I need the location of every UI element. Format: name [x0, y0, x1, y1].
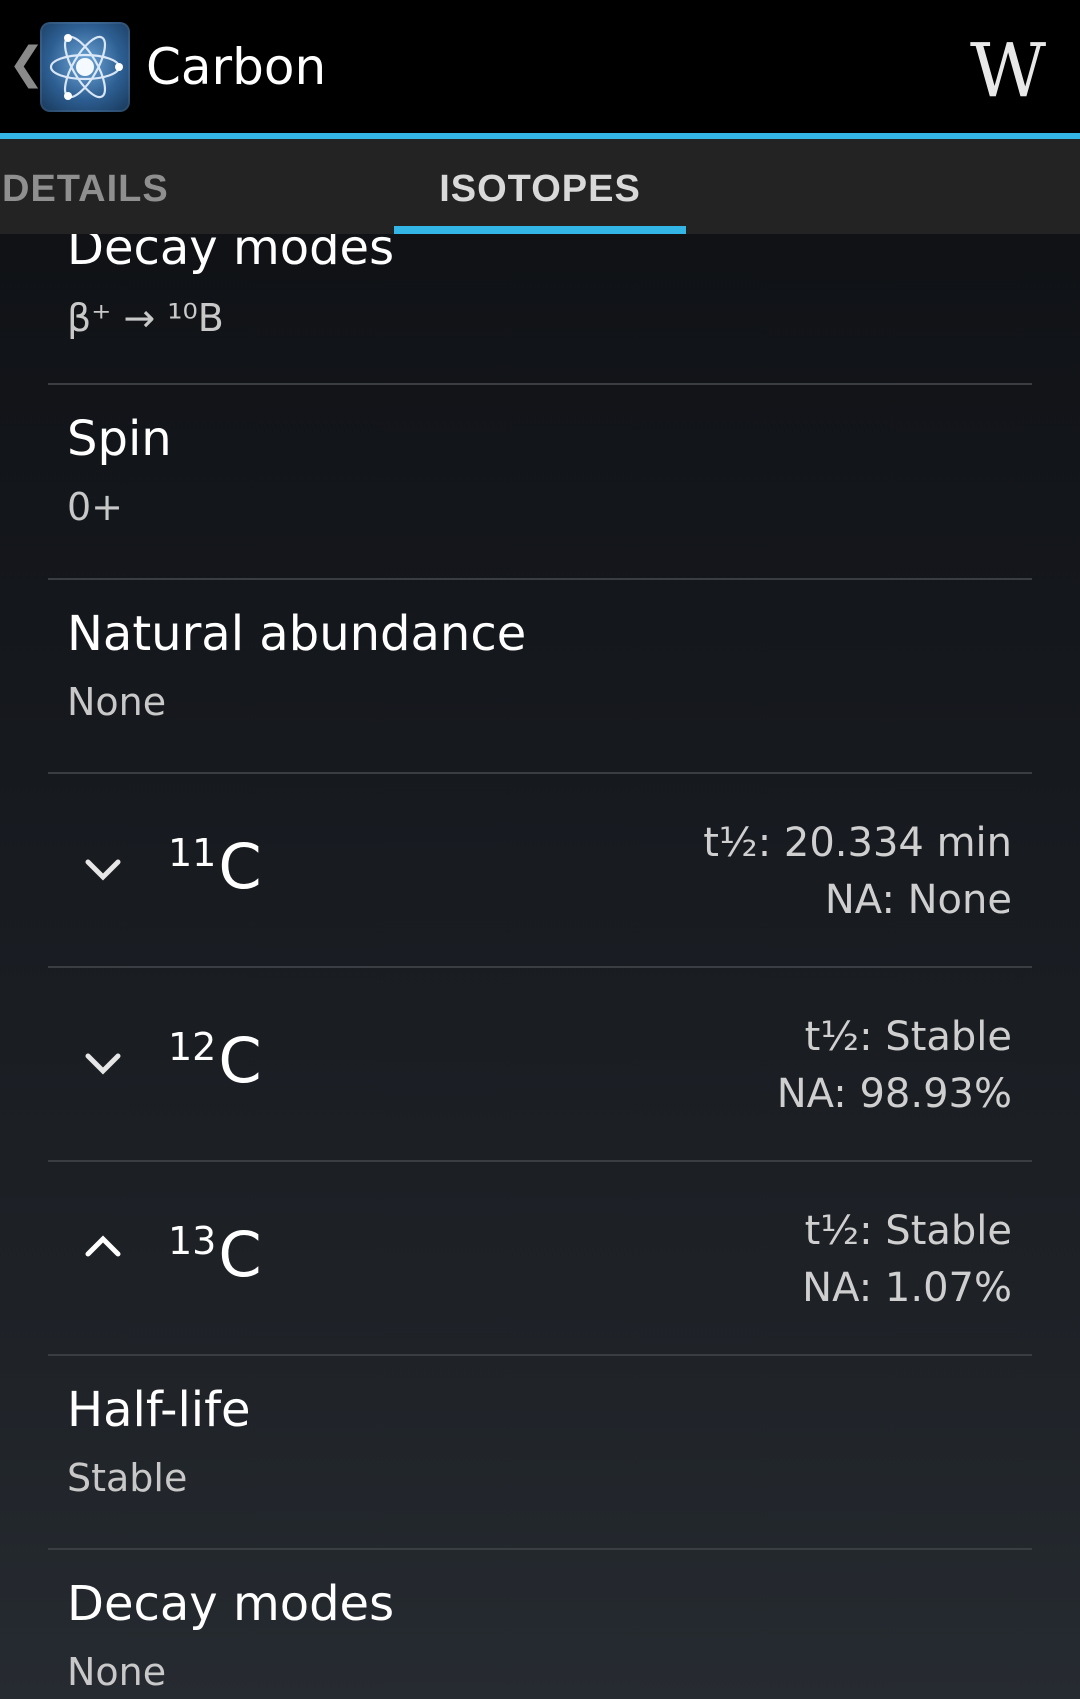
tab-isotopes[interactable]: ISOTOPES	[394, 139, 686, 234]
field-value: Stable	[67, 1456, 188, 1500]
wikipedia-icon[interactable]: W	[970, 28, 1046, 114]
field-label: Natural abundance	[67, 606, 527, 662]
isotope-half-life: t½: 20.334 min	[703, 820, 1012, 866]
field-label: Spin	[67, 411, 172, 467]
isotope-summary: t½: Stable NA: 98.93%	[777, 1009, 1012, 1123]
isotope-row-11c[interactable]: 11C t½: 20.334 min NA: None	[0, 774, 1080, 966]
divider	[48, 578, 1032, 580]
isotope-row-12c[interactable]: 12C t½: Stable NA: 98.93%	[0, 968, 1080, 1160]
divider	[48, 383, 1032, 385]
isotope-list[interactable]: Decay modes β⁺ → ¹⁰B Spin 0+ Natural abu…	[0, 234, 1080, 1699]
field-value: None	[67, 1650, 167, 1694]
divider	[48, 1548, 1032, 1550]
page-title: Carbon	[146, 38, 327, 96]
isotope-symbol: 12C	[168, 1024, 262, 1097]
isotope-summary: t½: Stable NA: 1.07%	[802, 1203, 1012, 1317]
isotope-abundance: NA: 1.07%	[802, 1265, 1012, 1311]
isotope-summary: t½: 20.334 min NA: None	[703, 815, 1012, 929]
field-label: Decay modes	[67, 234, 395, 276]
isotope-symbol: 11C	[168, 830, 262, 903]
chevron-down-icon	[85, 1053, 121, 1075]
field-value: None	[67, 680, 167, 724]
divider	[48, 1354, 1032, 1356]
field-label: Half-life	[67, 1382, 251, 1438]
tab-details[interactable]: DETAILS	[2, 139, 169, 234]
chevron-down-icon	[85, 859, 121, 881]
tab-bar: DETAILS ISOTOPES	[0, 139, 1080, 234]
field-label: Decay modes	[67, 1576, 395, 1632]
isotope-abundance: NA: 98.93%	[776, 1071, 1012, 1117]
action-bar: ❮ Carbon W	[0, 0, 1080, 133]
field-value: β⁺ → ¹⁰B	[67, 296, 224, 340]
field-value: 0+	[67, 485, 124, 529]
isotope-abundance: NA: None	[824, 877, 1012, 923]
active-tab-indicator	[394, 226, 686, 234]
chevron-up-icon	[85, 1235, 121, 1257]
isotope-symbol: 13C	[168, 1218, 262, 1291]
isotope-row-13c[interactable]: 13C t½: Stable NA: 1.07%	[0, 1162, 1080, 1354]
isotope-half-life: t½: Stable	[804, 1208, 1012, 1254]
isotope-half-life: t½: Stable	[804, 1014, 1012, 1060]
app-atom-icon[interactable]	[40, 22, 130, 112]
